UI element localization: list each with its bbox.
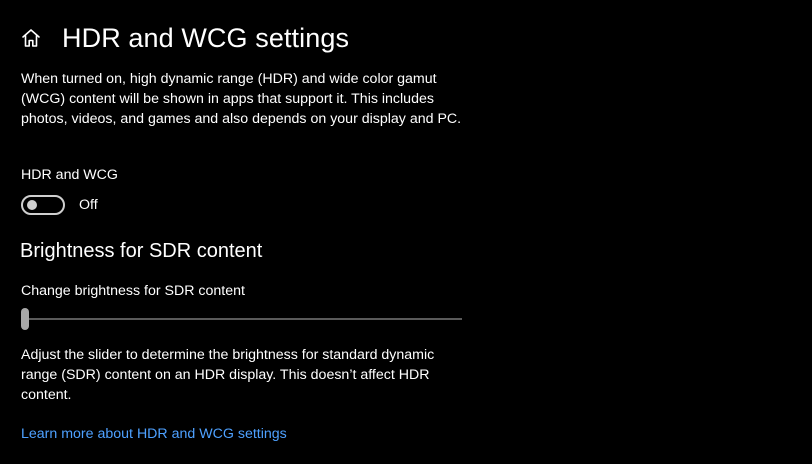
hdr-toggle-row: Off (21, 194, 98, 216)
page-title: HDR and WCG settings (62, 22, 350, 53)
page-header: HDR and WCG settings (20, 18, 349, 58)
hdr-toggle-label: HDR and WCG (21, 167, 118, 183)
learn-more-link[interactable]: Learn more about HDR and WCG settings (21, 424, 287, 444)
sdr-brightness-slider[interactable] (21, 307, 462, 331)
hdr-description: When turned on, high dynamic range (HDR)… (21, 71, 462, 127)
toggle-knob (27, 200, 37, 210)
home-icon[interactable] (20, 27, 42, 49)
toggle-state-text: Off (79, 197, 98, 213)
hdr-wcg-toggle[interactable] (21, 195, 65, 215)
slider-thumb[interactable] (21, 308, 29, 330)
slider-track (21, 318, 462, 320)
sdr-section-title: Brightness for SDR content (20, 240, 263, 262)
sdr-description: Adjust the slider to determine the brigh… (21, 347, 435, 403)
sdr-slider-label: Change brightness for SDR content (21, 283, 245, 299)
